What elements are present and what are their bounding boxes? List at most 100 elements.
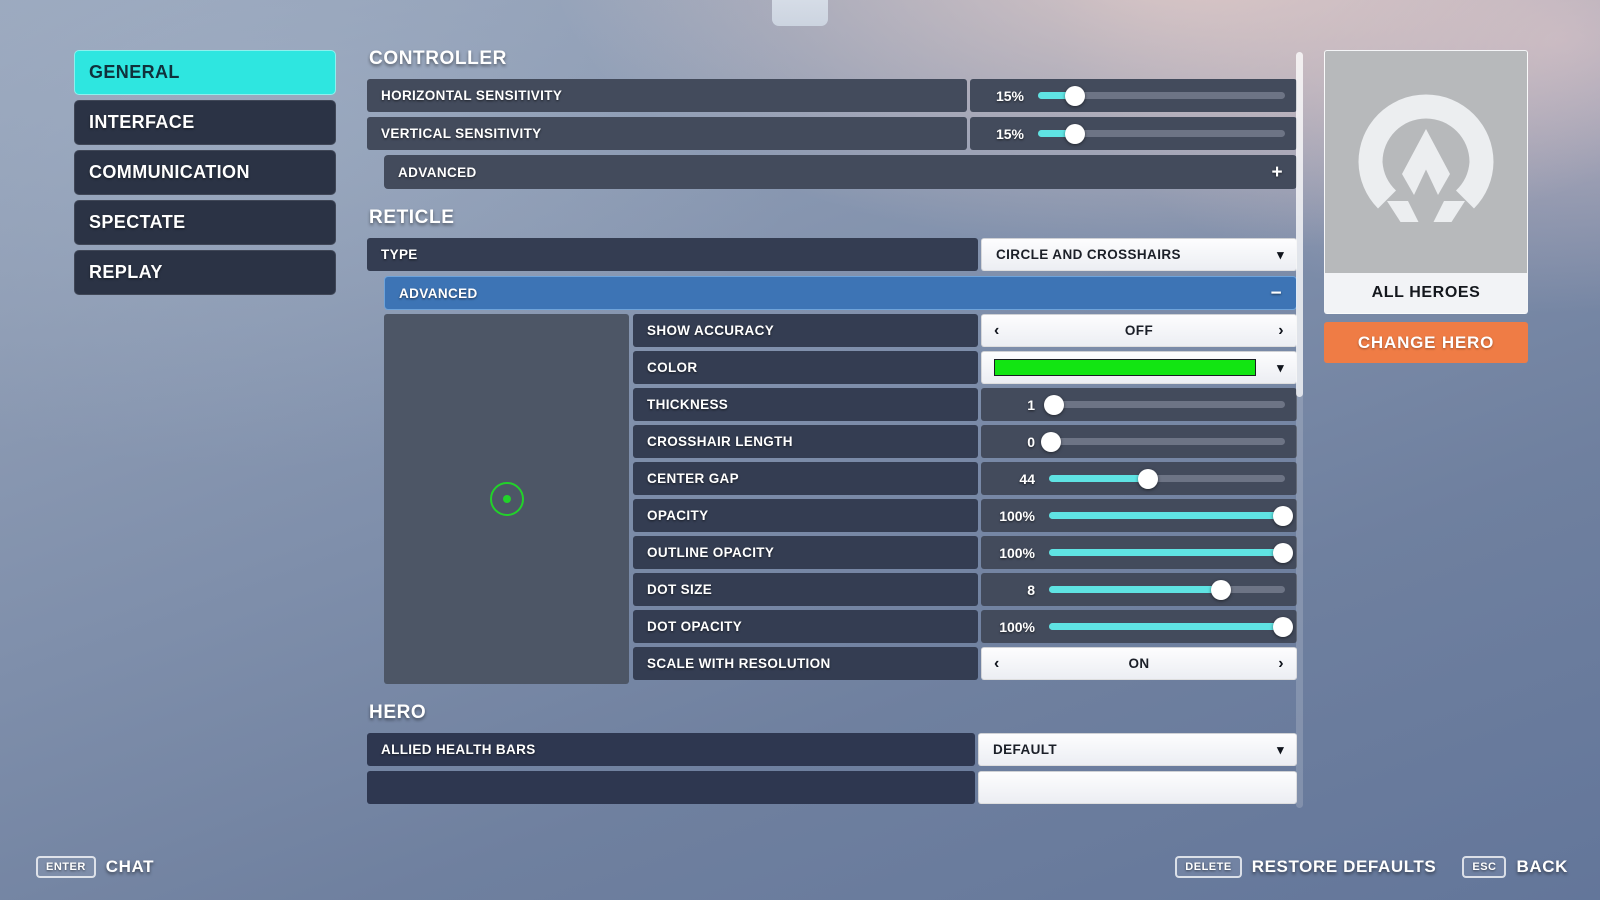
slider-value: 100% — [999, 507, 1035, 524]
slider-knob[interactable] — [1065, 123, 1086, 144]
content-scrollbar[interactable] — [1296, 52, 1303, 808]
setting-row-outline-opacity[interactable]: OUTLINE OPACITY 100% — [633, 536, 1297, 569]
setting-label: ALLIED HEALTH BARS — [367, 733, 975, 766]
slider-fill — [1049, 586, 1222, 593]
arrow-left-icon[interactable]: ‹ — [994, 655, 1000, 673]
back-label: BACK — [1516, 857, 1568, 876]
hero-card[interactable]: ALL HEROES — [1324, 50, 1528, 314]
slider-track[interactable] — [1041, 431, 1285, 452]
sidebar-item-general[interactable]: GENERAL — [74, 50, 336, 95]
setting-row-dot-size[interactable]: DOT SIZE 8 — [633, 573, 1297, 606]
reticle-dot-icon — [502, 495, 511, 503]
stepper-value: ON — [1128, 656, 1150, 671]
slider-knob[interactable] — [1211, 579, 1232, 600]
slider-dot-size[interactable]: 8 — [981, 573, 1297, 606]
arrow-right-icon[interactable]: › — [1278, 322, 1284, 340]
stepper-show-accuracy[interactable]: ‹ OFF › — [981, 314, 1297, 347]
setting-row-color[interactable]: COLOR ▾ — [633, 351, 1297, 384]
slider-vertical-sensitivity[interactable]: 15% — [970, 117, 1297, 150]
slider-fill — [1049, 549, 1285, 556]
reticle-advanced-toggle[interactable]: ADVANCED − — [384, 276, 1297, 310]
slider-knob[interactable] — [1065, 85, 1086, 106]
setting-row-opacity[interactable]: OPACITY 100% — [633, 499, 1297, 532]
slider-track[interactable] — [1043, 394, 1285, 415]
reticle-preview — [384, 314, 629, 684]
sidebar-item-communication[interactable]: COMMUNICATION — [74, 150, 336, 195]
setting-row-vertical-sensitivity[interactable]: VERTICAL SENSITIVITY 15% — [367, 117, 1297, 150]
setting-row-dot-opacity[interactable]: DOT OPACITY 100% — [633, 610, 1297, 643]
slider-knob[interactable] — [1041, 431, 1062, 452]
advanced-label: ADVANCED — [399, 285, 478, 301]
slider-track[interactable] — [1049, 468, 1285, 489]
slider-track[interactable] — [1049, 505, 1293, 526]
slider-knob[interactable] — [1272, 616, 1293, 637]
setting-row-horizontal-sensitivity[interactable]: HORIZONTAL SENSITIVITY 15% — [367, 79, 1297, 112]
dropdown-reticle-type[interactable]: CIRCLE AND CROSSHAIRS ▾ — [981, 238, 1297, 271]
setting-label: OUTLINE OPACITY — [633, 536, 978, 569]
reticle-circle-icon — [489, 482, 524, 516]
setting-label: VERTICAL SENSITIVITY — [367, 117, 967, 150]
slider-fill — [1049, 475, 1149, 482]
setting-label: CROSSHAIR LENGTH — [633, 425, 978, 458]
dropdown-reticle-color[interactable]: ▾ — [981, 351, 1297, 384]
chevron-down-icon[interactable]: ▾ — [1277, 247, 1284, 263]
section-title-hero: HERO — [369, 702, 427, 723]
controller-advanced-toggle[interactable]: ADVANCED + — [384, 155, 1297, 189]
top-tab-stub — [772, 0, 828, 26]
setting-row-thickness[interactable]: THICKNESS 1 — [633, 388, 1297, 421]
setting-row-scale-with-resolution[interactable]: SCALE WITH RESOLUTION ‹ ON › — [633, 647, 1297, 680]
slider-track[interactable] — [1049, 542, 1293, 563]
scrollbar-thumb[interactable] — [1296, 52, 1303, 397]
minus-icon[interactable]: − — [1271, 284, 1283, 303]
dropdown-partial[interactable] — [978, 771, 1297, 804]
slider-crosshair-length[interactable]: 0 — [981, 425, 1297, 458]
slider-knob[interactable] — [1272, 505, 1293, 526]
reticle-settings-rows: SHOW ACCURACY ‹ OFF › COLOR ▾ THICKNESS … — [633, 314, 1297, 684]
sidebar-item-spectate[interactable]: SPECTATE — [74, 200, 336, 245]
slider-track[interactable] — [1038, 123, 1285, 144]
chevron-down-icon[interactable]: ▾ — [1277, 360, 1284, 376]
slider-horizontal-sensitivity[interactable]: 15% — [970, 79, 1297, 112]
chat-action[interactable]: ENTER CHAT — [36, 856, 154, 878]
sidebar-item-label: INTERFACE — [89, 112, 195, 132]
restore-defaults-action[interactable]: DELETE RESTORE DEFAULTS — [1175, 856, 1436, 878]
restore-defaults-label: RESTORE DEFAULTS — [1251, 857, 1437, 876]
enter-key-icon: ENTER — [36, 856, 96, 878]
change-hero-button[interactable]: CHANGE HERO — [1324, 322, 1528, 363]
sidebar-item-interface[interactable]: INTERFACE — [74, 100, 336, 145]
setting-row-allied-health-bars[interactable]: ALLIED HEALTH BARS DEFAULT ▾ — [367, 733, 1297, 766]
slider-dot-opacity[interactable]: 100% — [981, 610, 1297, 643]
sidebar-item-label: GENERAL — [89, 62, 180, 82]
setting-label: CENTER GAP — [633, 462, 978, 495]
hero-portrait — [1325, 51, 1527, 273]
footer-bar: ENTER CHAT DELETE RESTORE DEFAULTS ESC B… — [0, 830, 1600, 900]
sidebar-item-replay[interactable]: REPLAY — [74, 250, 336, 295]
slider-track[interactable] — [1049, 579, 1285, 600]
setting-row-center-gap[interactable]: CENTER GAP 44 — [633, 462, 1297, 495]
slider-track[interactable] — [1038, 85, 1285, 106]
setting-row-partial[interactable] — [367, 771, 1297, 804]
slider-center-gap[interactable]: 44 — [981, 462, 1297, 495]
setting-label: DOT SIZE — [633, 573, 978, 606]
chevron-down-icon[interactable]: ▾ — [1277, 742, 1284, 758]
esc-key-icon: ESC — [1462, 856, 1507, 878]
slider-thickness[interactable]: 1 — [981, 388, 1297, 421]
dropdown-allied-health-bars[interactable]: DEFAULT ▾ — [978, 733, 1297, 766]
stepper-scale-with-resolution[interactable]: ‹ ON › — [981, 647, 1297, 680]
slider-outline-opacity[interactable]: 100% — [981, 536, 1297, 569]
slider-track[interactable] — [1049, 616, 1293, 637]
back-action[interactable]: ESC BACK — [1462, 856, 1568, 878]
color-swatch[interactable] — [994, 359, 1256, 376]
footer-actions: DELETE RESTORE DEFAULTS ESC BACK — [1175, 856, 1568, 878]
slider-knob[interactable] — [1043, 394, 1064, 415]
arrow-left-icon[interactable]: ‹ — [994, 322, 1000, 340]
setting-row-reticle-type[interactable]: TYPE CIRCLE AND CROSSHAIRS ▾ — [367, 238, 1297, 271]
settings-content: CONTROLLER HORIZONTAL SENSITIVITY 15% VE… — [367, 48, 1297, 808]
plus-icon[interactable]: + — [1272, 163, 1284, 182]
slider-knob[interactable] — [1138, 468, 1159, 489]
setting-row-crosshair-length[interactable]: CROSSHAIR LENGTH 0 — [633, 425, 1297, 458]
slider-opacity[interactable]: 100% — [981, 499, 1297, 532]
slider-knob[interactable] — [1272, 542, 1293, 563]
setting-row-show-accuracy[interactable]: SHOW ACCURACY ‹ OFF › — [633, 314, 1297, 347]
arrow-right-icon[interactable]: › — [1278, 655, 1284, 673]
